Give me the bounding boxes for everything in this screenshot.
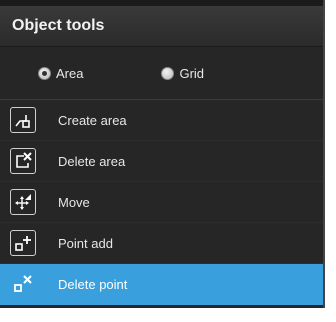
mode-label-grid: Grid xyxy=(179,65,205,81)
mode-label-area: Area xyxy=(56,65,84,81)
tool-label: Point add xyxy=(58,235,113,251)
tool-label: Create area xyxy=(58,112,127,128)
panel-title: Object tools xyxy=(12,17,105,34)
move-icon xyxy=(10,189,36,215)
delete-point-icon xyxy=(10,271,36,297)
tool-label: Delete area xyxy=(58,153,126,169)
tool-create-area[interactable]: Create area xyxy=(0,100,323,141)
tool-point-add[interactable]: Point add xyxy=(0,223,323,264)
mode-radio-grid[interactable]: Grid xyxy=(161,66,204,81)
tool-move[interactable]: Move xyxy=(0,182,323,223)
mode-selector: Area Grid xyxy=(0,47,323,100)
delete-area-icon xyxy=(10,148,36,174)
mode-radio-area[interactable]: Area xyxy=(38,66,83,81)
tool-delete-point[interactable]: Delete point xyxy=(0,264,323,305)
object-tools-panel: Object tools Area Grid Create area Delet… xyxy=(0,0,325,308)
tool-label: Move xyxy=(58,194,90,210)
tool-label: Delete point xyxy=(58,276,128,292)
radio-unselected-icon xyxy=(161,66,175,80)
panel-header: Object tools xyxy=(0,6,323,47)
tool-delete-area[interactable]: Delete area xyxy=(0,141,323,182)
point-add-icon xyxy=(10,230,36,256)
radio-selected-icon xyxy=(38,66,51,80)
create-area-icon xyxy=(10,107,36,133)
